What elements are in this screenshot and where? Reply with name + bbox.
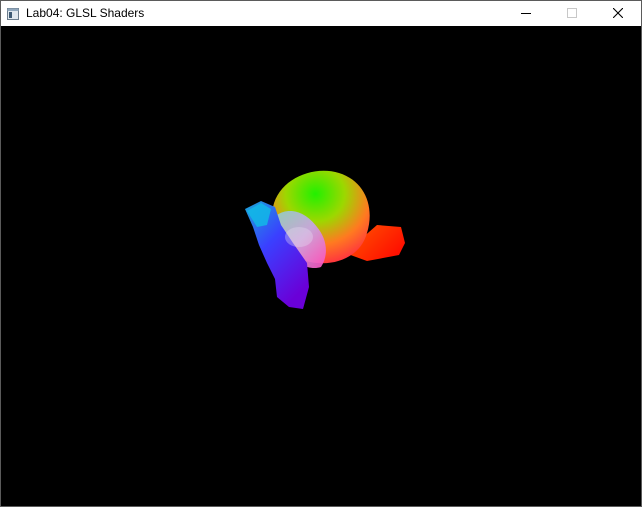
app-window: Lab04: GLSL Shaders xyxy=(0,0,642,507)
app-window-icon[interactable] xyxy=(7,7,19,20)
render-viewport[interactable] xyxy=(1,26,641,506)
minimize-icon xyxy=(521,13,531,14)
minimize-button[interactable] xyxy=(503,1,549,26)
shaded-monkey-head-model xyxy=(245,170,405,309)
close-button[interactable] xyxy=(595,1,641,26)
close-icon xyxy=(613,8,623,18)
maximize-icon xyxy=(567,8,577,18)
title-bar[interactable]: Lab04: GLSL Shaders xyxy=(1,1,641,26)
maximize-button[interactable] xyxy=(549,1,595,26)
window-title: Lab04: GLSL Shaders xyxy=(26,6,145,20)
